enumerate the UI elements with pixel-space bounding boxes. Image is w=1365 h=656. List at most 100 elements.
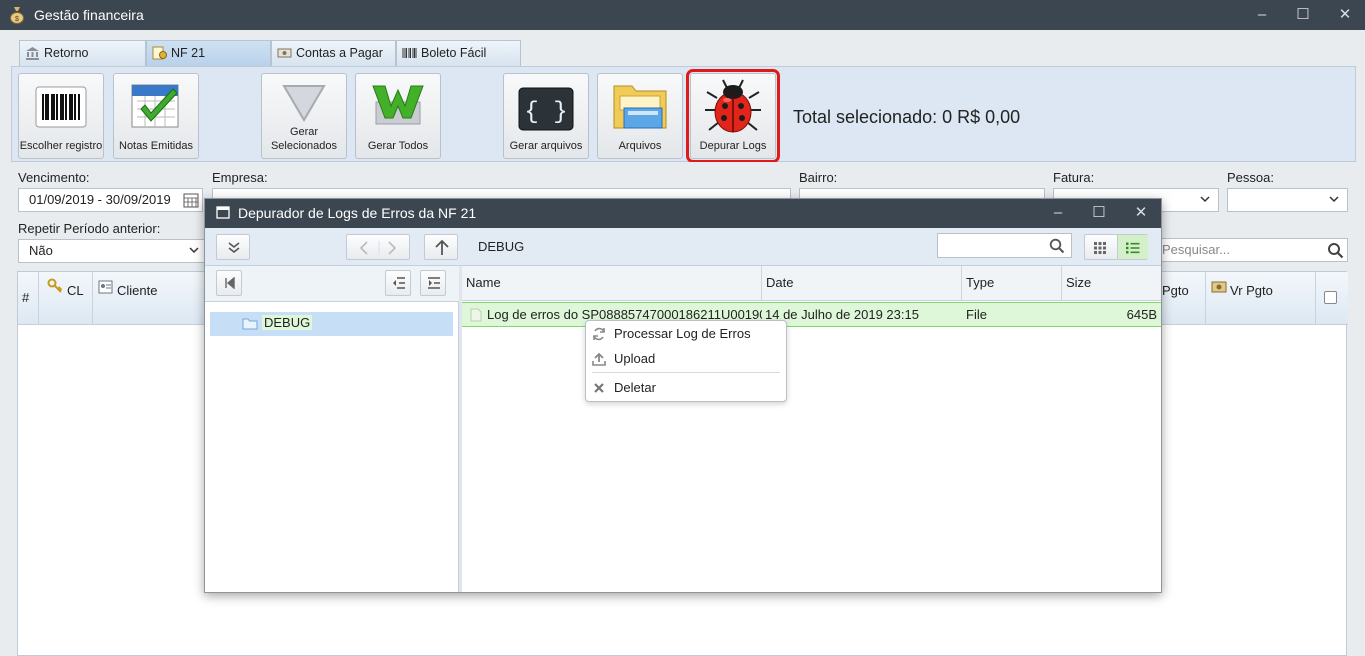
pessoa-select[interactable]	[1227, 188, 1348, 212]
triangle-down-icon	[282, 85, 326, 122]
button-label: Arquivos	[618, 140, 662, 152]
column-label: Vr Pgto	[1230, 283, 1273, 298]
menu-item-label: Deletar	[614, 380, 656, 395]
file-size: 645B	[1126, 307, 1157, 322]
column-vr-pgto[interactable]: Vr Pgto	[1206, 272, 1316, 325]
calendar-icon[interactable]	[183, 192, 199, 208]
upload-icon	[592, 352, 606, 366]
file-list-header: Name Date Type Size	[462, 266, 1161, 301]
search-placeholder: Pesquisar...	[1162, 242, 1230, 257]
menu-item-label: Processar Log de Erros	[614, 326, 751, 341]
back-forward-icon	[359, 241, 397, 255]
column-cliente[interactable]: Cliente	[93, 272, 208, 325]
column-pgto[interactable]: Pgto	[1158, 272, 1206, 325]
repetir-periodo-value: Não	[29, 243, 53, 258]
select-all-checkbox[interactable]	[1324, 291, 1337, 304]
search-icon[interactable]	[1327, 242, 1344, 259]
maximize-button[interactable]: ☐	[1288, 4, 1318, 26]
column-label: Cliente	[117, 283, 158, 298]
tab-nf21[interactable]: NF 21	[146, 40, 271, 66]
column-type[interactable]: Type	[962, 266, 1062, 301]
folders-icon	[613, 85, 667, 129]
tab-retorno[interactable]: Retorno	[19, 40, 146, 66]
empresa-label: Empresa:	[212, 170, 268, 185]
window-icon	[216, 206, 230, 219]
minimize-button[interactable]: –	[1247, 4, 1277, 26]
button-label-line1: Gerar	[289, 126, 319, 138]
tab-boleto-facil[interactable]: Boleto Fácil	[396, 40, 521, 66]
barcode-icon	[35, 86, 87, 128]
tab-label: Boleto Fácil	[421, 46, 487, 60]
close-button[interactable]: ✕	[1330, 4, 1360, 26]
dialog-toolbar: DEBUG	[205, 228, 1161, 266]
window-titlebar: $ Gestão financeira – ☐ ✕	[0, 0, 1365, 30]
list-view-icon[interactable]	[1125, 241, 1140, 255]
svg-text:$: $	[15, 16, 19, 23]
column-number[interactable]: #	[18, 272, 39, 325]
tree-toolbar	[205, 266, 459, 302]
action-toolbar: Escolher registro Notas Emitidas Gerar Se…	[11, 66, 1356, 163]
to-start-icon	[225, 277, 235, 289]
chevron-down-icon	[1329, 196, 1339, 203]
depurar-logs-button[interactable]: Depurar Logs	[686, 69, 780, 163]
ladybug-icon	[705, 79, 761, 133]
escolher-registro-button[interactable]: Escolher registro	[18, 73, 104, 159]
vencimento-label: Vencimento:	[18, 170, 90, 185]
vencimento-value: 01/09/2019 - 30/09/2019	[29, 192, 171, 207]
collapse-tree-button[interactable]	[216, 270, 242, 296]
dialog-close-button[interactable]: ✕	[1126, 202, 1156, 224]
arquivos-button[interactable]: Arquivos	[597, 73, 683, 159]
dialog-titlebar: Depurador de Logs de Erros da NF 21 – ☐ …	[205, 199, 1161, 228]
folder-tree-pane: DEBUG	[205, 266, 459, 592]
view-toggle[interactable]	[1084, 234, 1148, 260]
column-cl[interactable]: CL	[39, 272, 93, 325]
repetir-periodo-select[interactable]: Não	[18, 239, 208, 263]
tab-label: NF 21	[171, 46, 206, 60]
dialog-maximize-button[interactable]: ☐	[1084, 202, 1114, 224]
button-label-line2: Selecionados	[270, 140, 338, 152]
refresh-icon	[593, 327, 605, 341]
outdent-button[interactable]	[385, 270, 411, 296]
folder-icon	[242, 318, 258, 330]
column-size[interactable]: Size	[1062, 266, 1161, 301]
money-bag-icon: $	[10, 7, 24, 24]
tree-item-debug[interactable]: DEBUG	[210, 312, 453, 336]
context-menu: Processar Log de Erros Upload Deletar	[585, 320, 787, 402]
search-icon[interactable]	[1049, 238, 1065, 254]
x-icon	[594, 383, 604, 393]
indent-button[interactable]	[420, 270, 446, 296]
dialog-minimize-button[interactable]: –	[1043, 202, 1073, 224]
invoice-icon	[152, 46, 167, 60]
tree-item-label: DEBUG	[262, 315, 313, 330]
menu-item-deletar[interactable]: Deletar	[586, 377, 786, 399]
bank-icon	[26, 47, 39, 60]
gerar-todos-button[interactable]: Gerar Todos	[355, 73, 441, 159]
grid-view-icon[interactable]	[1093, 241, 1107, 255]
column-name[interactable]: Name	[462, 266, 762, 301]
notas-emitidas-button[interactable]: Notas Emitidas	[113, 73, 199, 159]
gerar-arquivos-button[interactable]: { } Gerar arquivos	[503, 73, 589, 159]
menu-item-upload[interactable]: Upload	[586, 348, 786, 370]
file-type: File	[966, 307, 987, 322]
bill-icon	[277, 48, 292, 58]
calendar-check-icon	[131, 84, 179, 128]
barcode-icon	[402, 48, 417, 58]
file-list-pane: Name Date Type Size Log de erros do SP08…	[462, 266, 1161, 592]
file-date: 14 de Julho de 2019 23:15	[765, 307, 919, 322]
vencimento-field[interactable]: 01/09/2019 - 30/09/2019	[18, 188, 203, 212]
back-forward-buttons[interactable]	[346, 234, 410, 260]
menu-item-processar-log[interactable]: Processar Log de Erros	[586, 323, 786, 345]
gerar-selecionados-button[interactable]: Gerar Selecionados	[261, 73, 347, 159]
dialog-search-input[interactable]	[937, 233, 1072, 258]
total-selecionado: Total selecionado: 0 R$ 0,00	[793, 107, 1021, 127]
expand-all-button[interactable]	[216, 234, 250, 260]
tab-label: Retorno	[44, 46, 89, 60]
up-folder-button[interactable]	[424, 234, 458, 260]
file-row[interactable]: Log de erros do SP08885747000186211U0019…	[462, 302, 1161, 327]
search-input[interactable]: Pesquisar...	[1151, 238, 1348, 262]
window-title: Gestão financeira	[34, 7, 144, 23]
svg-text:{ }: { }	[524, 99, 567, 126]
tab-contas-a-pagar[interactable]: Contas a Pagar	[271, 40, 396, 66]
column-date[interactable]: Date	[762, 266, 962, 301]
arrow-up-icon	[435, 239, 449, 255]
